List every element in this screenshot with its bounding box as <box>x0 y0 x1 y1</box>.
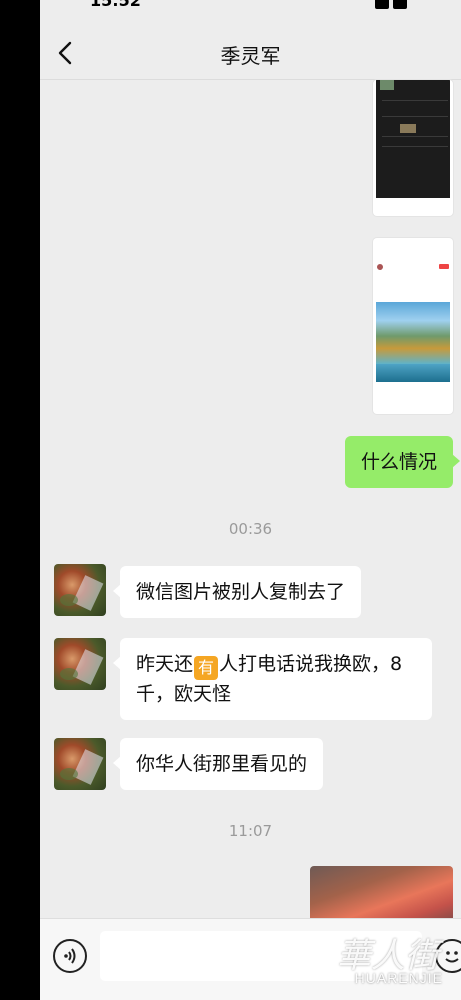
status-bar: 15:52 <box>40 0 461 10</box>
screenshot-content <box>376 80 450 198</box>
watermark-logo: 華人街 HUARENJIE <box>307 928 457 990</box>
message-bubble-incoming[interactable]: 你华人街那里看见的 <box>112 738 324 790</box>
voice-button[interactable] <box>53 939 87 973</box>
avatar[interactable] <box>54 738 106 790</box>
avatar[interactable] <box>54 564 106 616</box>
left-black-strip <box>0 0 40 1000</box>
image-message[interactable] <box>310 866 453 924</box>
message-text: 人打电话说我换欧，8 <box>219 653 403 675</box>
emoji-you-icon: 有 <box>194 656 219 680</box>
image-message[interactable] <box>373 80 453 216</box>
screenshot-photo <box>376 302 450 364</box>
image-message[interactable] <box>373 238 453 414</box>
avatar[interactable] <box>54 638 106 690</box>
message-text: 昨天还 <box>136 653 194 675</box>
chat-screen: 15:52 季灵军 什么情况 00:36 微信图片被别人复制去了 昨天还 有 人… <box>40 0 461 1000</box>
timestamp: 00:36 <box>228 520 273 538</box>
chat-title: 季灵军 <box>220 44 281 68</box>
message-bubble-outgoing[interactable]: 什么情况 <box>344 436 461 488</box>
chat-header: 季灵军 <box>40 10 461 80</box>
message-text: 千，欧天怪 <box>136 683 232 705</box>
timestamp: 11:07 <box>228 822 273 840</box>
watermark-site-text: HUARENJIE <box>354 970 443 986</box>
message-bubble-incoming[interactable]: 微信图片被别人复制去了 <box>112 566 362 618</box>
message-bubble-incoming[interactable]: 昨天还有人打电话说我换欧，8 千，欧天怪 <box>113 638 432 720</box>
status-time: 15:52 <box>90 0 141 10</box>
status-icons <box>371 0 431 9</box>
voice-icon <box>64 948 76 964</box>
